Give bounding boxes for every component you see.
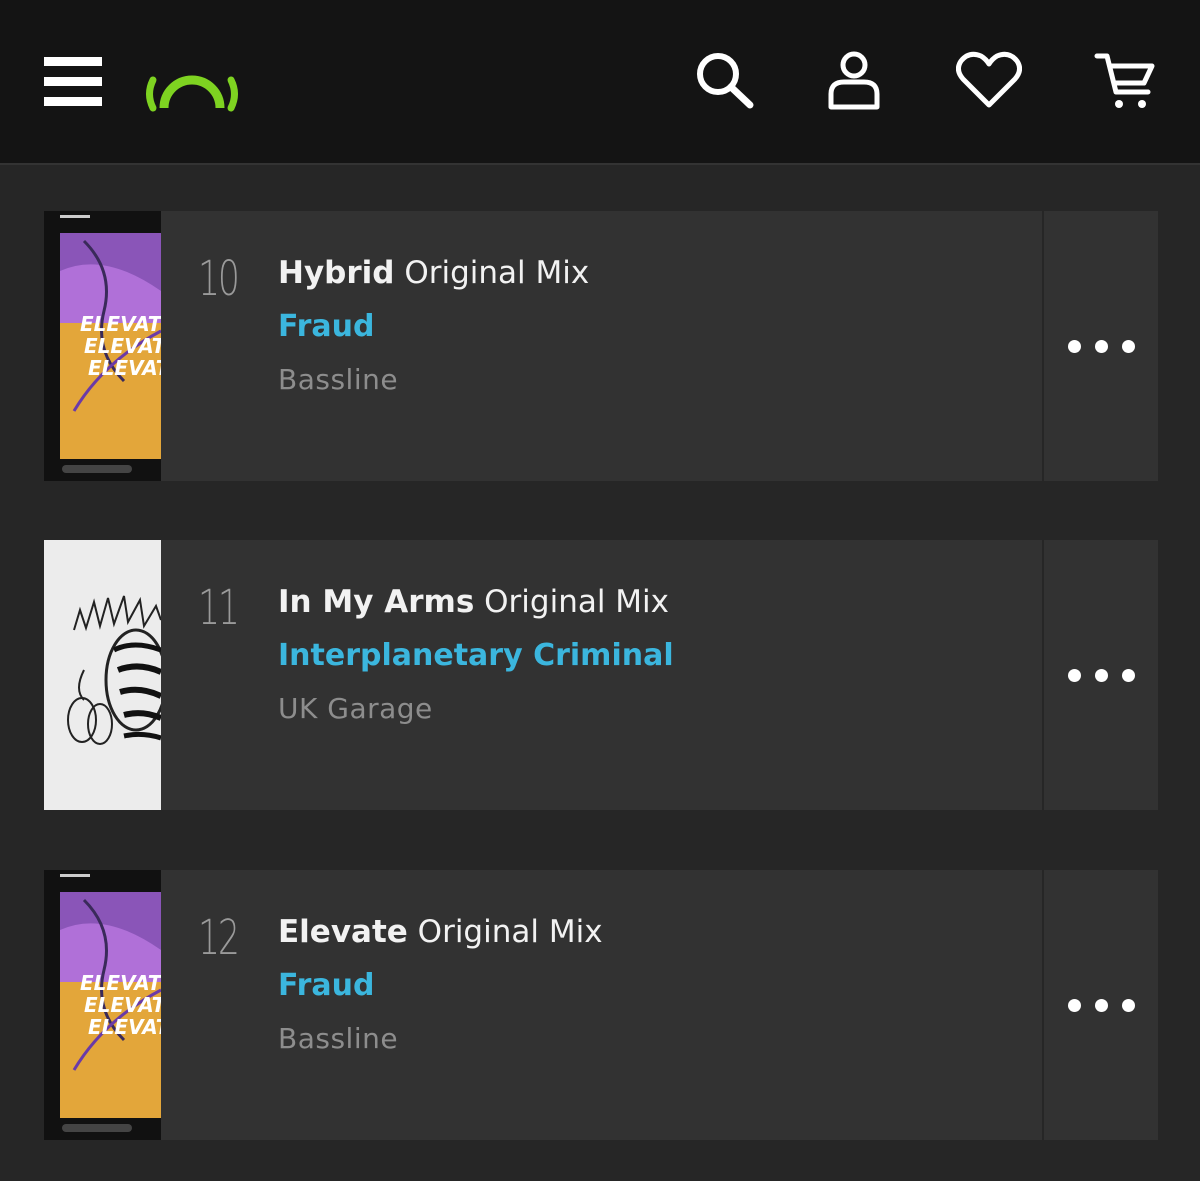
more-options-button[interactable] <box>1042 870 1158 1140</box>
track-name[interactable]: Elevate <box>278 914 408 950</box>
track-number: 10 <box>198 251 240 307</box>
artwork-text: ELEVATE <box>80 971 161 995</box>
beatport-logo-icon[interactable] <box>142 50 242 116</box>
user-icon[interactable] <box>826 50 882 112</box>
track-title[interactable]: Hybrid Original Mix <box>278 255 589 291</box>
track-name[interactable]: Hybrid <box>278 255 394 291</box>
track-artist-link[interactable]: Interplanetary Criminal <box>278 638 674 673</box>
track-artist-link[interactable]: Fraud <box>278 309 374 344</box>
artwork-text: ELEVATE <box>88 1015 161 1039</box>
track-mix: Original Mix <box>484 584 670 620</box>
artwork-text: ELEVATE <box>80 312 161 336</box>
menu-icon[interactable] <box>44 55 102 109</box>
more-dots-icon <box>1067 339 1081 353</box>
heart-icon[interactable] <box>956 50 1022 110</box>
artwork-text: ELEVATE <box>84 334 161 358</box>
track-row[interactable]: ELEVATE ELEVATE ELEVATE 10 Hybrid Origin… <box>44 211 1158 481</box>
more-options-button[interactable] <box>1042 211 1158 481</box>
track-name[interactable]: In My Arms <box>278 584 474 620</box>
track-genre[interactable]: Bassline <box>278 363 398 396</box>
artwork-text: ELEVATE <box>88 356 161 380</box>
more-options-button[interactable] <box>1042 540 1158 810</box>
track-number: 11 <box>198 580 240 636</box>
track-title[interactable]: Elevate Original Mix <box>278 914 603 950</box>
track-mix: Original Mix <box>417 914 603 950</box>
track-genre[interactable]: Bassline <box>278 1022 398 1055</box>
top-bar <box>0 0 1200 165</box>
track-title[interactable]: In My Arms Original Mix <box>278 584 669 620</box>
track-mix: Original Mix <box>404 255 590 291</box>
cart-icon[interactable] <box>1094 50 1156 112</box>
track-row[interactable]: ELEVATE ELEVATE ELEVATE 12 Elevate Origi… <box>44 870 1158 1140</box>
track-artwork[interactable] <box>44 540 161 810</box>
search-icon[interactable] <box>694 50 756 110</box>
track-row[interactable]: 11 In My Arms Original Mix Interplanetar… <box>44 540 1158 810</box>
track-artwork[interactable]: ELEVATE ELEVATE ELEVATE <box>44 211 161 481</box>
more-dots-icon <box>1067 998 1081 1012</box>
track-artwork[interactable]: ELEVATE ELEVATE ELEVATE <box>44 870 161 1140</box>
track-genre[interactable]: UK Garage <box>278 692 433 725</box>
track-artist-link[interactable]: Fraud <box>278 968 374 1003</box>
more-dots-icon <box>1067 668 1081 682</box>
artwork-text: ELEVATE <box>84 993 161 1017</box>
track-number: 12 <box>198 910 240 966</box>
